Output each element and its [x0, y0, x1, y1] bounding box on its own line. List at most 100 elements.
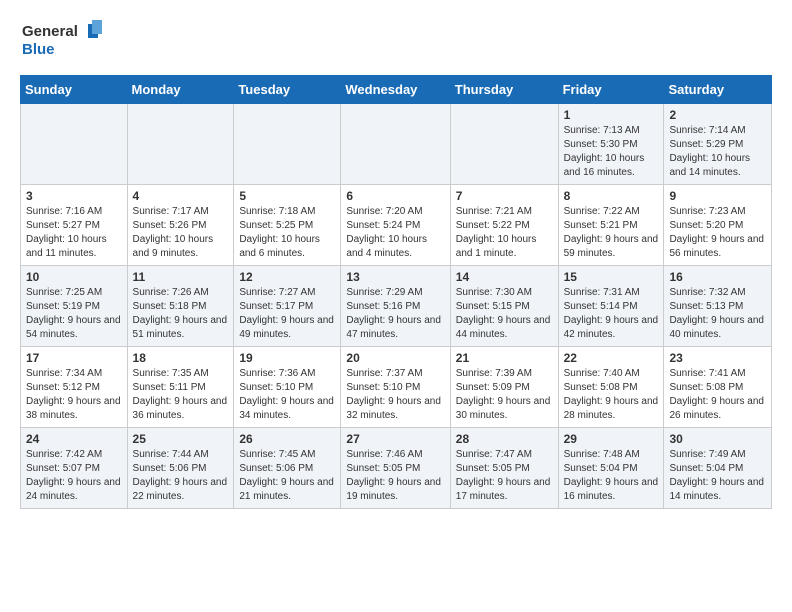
day-number: 16 [669, 270, 766, 284]
day-info: Sunrise: 7:35 AM Sunset: 5:11 PM Dayligh… [133, 367, 229, 423]
day-info: Sunrise: 7:39 AM Sunset: 5:09 PM Dayligh… [456, 367, 553, 423]
calendar-cell: 23Sunrise: 7:41 AM Sunset: 5:08 PM Dayli… [664, 347, 772, 428]
day-number: 21 [456, 351, 553, 365]
day-number: 20 [346, 351, 444, 365]
header: General Blue [20, 16, 772, 65]
calendar-cell [450, 104, 558, 185]
weekday-header: Saturday [664, 76, 772, 104]
day-number: 1 [564, 108, 659, 122]
weekday-header: Thursday [450, 76, 558, 104]
day-info: Sunrise: 7:34 AM Sunset: 5:12 PM Dayligh… [26, 367, 122, 423]
calendar-cell: 6Sunrise: 7:20 AM Sunset: 5:24 PM Daylig… [341, 185, 450, 266]
weekday-header: Tuesday [234, 76, 341, 104]
calendar-cell: 15 Sunrise: 7:31 AM Sunset: 5:14 PM Dayli… [558, 266, 664, 347]
calendar-cell: 8Sunrise: 7:22 AM Sunset: 5:21 PM Daylig… [558, 185, 664, 266]
weekday-header: Wednesday [341, 76, 450, 104]
day-info: Sunrise: 7:27 AM Sunset: 5:17 PM Dayligh… [239, 286, 335, 342]
calendar-cell: 26Sunrise: 7:45 AM Sunset: 5:06 PM Dayli… [234, 428, 341, 509]
day-info: Sunrise: 7:16 AM Sunset: 5:27 PM Dayligh… [26, 205, 122, 261]
day-number: 4 [133, 189, 229, 203]
logo-icon: General Blue [20, 16, 110, 60]
day-number: 22 [564, 351, 659, 365]
calendar-header-row: SundayMondayTuesdayWednesdayThursdayFrid… [21, 76, 772, 104]
day-number: 14 [456, 270, 553, 284]
day-info: Sunrise: 7:37 AM Sunset: 5:10 PM Dayligh… [346, 367, 444, 423]
day-info: Sunrise: 7:44 AM Sunset: 5:06 PM Dayligh… [133, 448, 229, 504]
calendar-cell: 30 Sunrise: 7:49 AM Sunset: 5:04 PM Dayli… [664, 428, 772, 509]
calendar-cell [127, 104, 234, 185]
day-info: Sunrise: 7:46 AM Sunset: 5:05 PM Dayligh… [346, 448, 444, 504]
page-container: General Blue SundayMondayTuesdayWednesda… [0, 0, 792, 525]
day-number: 30 [669, 432, 766, 446]
day-number: 2 [669, 108, 766, 122]
calendar-cell: 28Sunrise: 7:47 AM Sunset: 5:05 PM Dayli… [450, 428, 558, 509]
day-info: Sunrise: 7:23 AM Sunset: 5:20 PM Dayligh… [669, 205, 766, 261]
day-number: 18 [133, 351, 229, 365]
day-info: Sunrise: 7:49 AM Sunset: 5:04 PM Dayligh… [669, 448, 766, 504]
calendar-cell: 21 Sunrise: 7:39 AM Sunset: 5:09 PM Dayli… [450, 347, 558, 428]
calendar-cell [234, 104, 341, 185]
calendar-week-row: 10 Sunrise: 7:25 AM Sunset: 5:19 PM Dayli… [21, 266, 772, 347]
day-number: 6 [346, 189, 444, 203]
day-number: 19 [239, 351, 335, 365]
calendar-cell: 7 Sunrise: 7:21 AM Sunset: 5:22 PM Daylig… [450, 185, 558, 266]
day-info: Sunrise: 7:22 AM Sunset: 5:21 PM Dayligh… [564, 205, 659, 261]
calendar-cell [21, 104, 128, 185]
day-number: 12 [239, 270, 335, 284]
calendar-cell: 20 Sunrise: 7:37 AM Sunset: 5:10 PM Dayli… [341, 347, 450, 428]
day-number: 10 [26, 270, 122, 284]
day-info: Sunrise: 7:42 AM Sunset: 5:07 PM Dayligh… [26, 448, 122, 504]
day-number: 15 [564, 270, 659, 284]
day-info: Sunrise: 7:14 AM Sunset: 5:29 PM Dayligh… [669, 124, 766, 180]
day-info: Sunrise: 7:26 AM Sunset: 5:18 PM Dayligh… [133, 286, 229, 342]
day-number: 24 [26, 432, 122, 446]
calendar-week-row: 17Sunrise: 7:34 AM Sunset: 5:12 PM Dayli… [21, 347, 772, 428]
logo-content: General Blue [20, 16, 110, 65]
day-info: Sunrise: 7:32 AM Sunset: 5:13 PM Dayligh… [669, 286, 766, 342]
weekday-header: Sunday [21, 76, 128, 104]
calendar-cell [341, 104, 450, 185]
weekday-header: Monday [127, 76, 234, 104]
day-number: 23 [669, 351, 766, 365]
calendar-week-row: 3 Sunrise: 7:16 AM Sunset: 5:27 PM Daylig… [21, 185, 772, 266]
day-number: 9 [669, 189, 766, 203]
calendar-cell: 18 Sunrise: 7:35 AM Sunset: 5:11 PM Dayli… [127, 347, 234, 428]
day-info: Sunrise: 7:29 AM Sunset: 5:16 PM Dayligh… [346, 286, 444, 342]
calendar-cell: 29 Sunrise: 7:48 AM Sunset: 5:04 PM Dayli… [558, 428, 664, 509]
logo: General Blue [20, 16, 110, 65]
calendar-cell: 27 Sunrise: 7:46 AM Sunset: 5:05 PM Dayli… [341, 428, 450, 509]
calendar-cell: 2 Sunrise: 7:14 AM Sunset: 5:29 PM Daylig… [664, 104, 772, 185]
day-number: 25 [133, 432, 229, 446]
day-info: Sunrise: 7:45 AM Sunset: 5:06 PM Dayligh… [239, 448, 335, 504]
day-info: Sunrise: 7:17 AM Sunset: 5:26 PM Dayligh… [133, 205, 229, 261]
day-info: Sunrise: 7:21 AM Sunset: 5:22 PM Dayligh… [456, 205, 553, 261]
day-info: Sunrise: 7:13 AM Sunset: 5:30 PM Dayligh… [564, 124, 659, 180]
calendar-week-row: 24 Sunrise: 7:42 AM Sunset: 5:07 PM Dayli… [21, 428, 772, 509]
calendar-cell: 17Sunrise: 7:34 AM Sunset: 5:12 PM Dayli… [21, 347, 128, 428]
calendar-cell: 24 Sunrise: 7:42 AM Sunset: 5:07 PM Dayli… [21, 428, 128, 509]
weekday-header: Friday [558, 76, 664, 104]
day-number: 28 [456, 432, 553, 446]
day-info: Sunrise: 7:31 AM Sunset: 5:14 PM Dayligh… [564, 286, 659, 342]
svg-text:General: General [22, 23, 78, 40]
day-info: Sunrise: 7:48 AM Sunset: 5:04 PM Dayligh… [564, 448, 659, 504]
day-number: 5 [239, 189, 335, 203]
calendar-cell: 5 Sunrise: 7:18 AM Sunset: 5:25 PM Daylig… [234, 185, 341, 266]
calendar-cell: 12 Sunrise: 7:27 AM Sunset: 5:17 PM Dayli… [234, 266, 341, 347]
day-number: 27 [346, 432, 444, 446]
day-info: Sunrise: 7:25 AM Sunset: 5:19 PM Dayligh… [26, 286, 122, 342]
day-number: 13 [346, 270, 444, 284]
calendar-table: SundayMondayTuesdayWednesdayThursdayFrid… [20, 75, 772, 509]
day-number: 3 [26, 189, 122, 203]
svg-text:Blue: Blue [22, 41, 55, 58]
day-number: 29 [564, 432, 659, 446]
day-info: Sunrise: 7:40 AM Sunset: 5:08 PM Dayligh… [564, 367, 659, 423]
calendar-cell: 13 Sunrise: 7:29 AM Sunset: 5:16 PM Dayli… [341, 266, 450, 347]
day-info: Sunrise: 7:18 AM Sunset: 5:25 PM Dayligh… [239, 205, 335, 261]
day-number: 7 [456, 189, 553, 203]
calendar-cell: 11Sunrise: 7:26 AM Sunset: 5:18 PM Dayli… [127, 266, 234, 347]
calendar-cell: 4 Sunrise: 7:17 AM Sunset: 5:26 PM Daylig… [127, 185, 234, 266]
calendar-cell: 22 Sunrise: 7:40 AM Sunset: 5:08 PM Dayli… [558, 347, 664, 428]
calendar-cell: 16 Sunrise: 7:32 AM Sunset: 5:13 PM Dayli… [664, 266, 772, 347]
calendar-cell: 14Sunrise: 7:30 AM Sunset: 5:15 PM Dayli… [450, 266, 558, 347]
